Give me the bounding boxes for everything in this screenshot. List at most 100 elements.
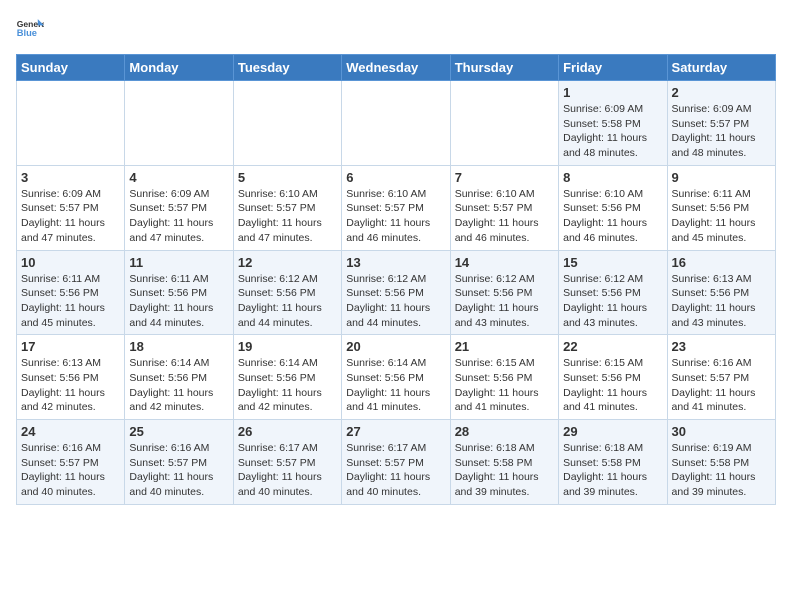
day-info: Sunrise: 6:12 AM Sunset: 5:56 PM Dayligh…: [563, 272, 662, 331]
calendar-cell: [450, 81, 558, 166]
calendar-cell: 17 Sunrise: 6:13 AM Sunset: 5:56 PM Dayli…: [17, 335, 125, 420]
day-info: Sunrise: 6:13 AM Sunset: 5:56 PM Dayligh…: [21, 356, 120, 415]
calendar-cell: [17, 81, 125, 166]
day-number: 25: [129, 424, 228, 439]
day-number: 3: [21, 170, 120, 185]
day-number: 19: [238, 339, 337, 354]
calendar-cell: 11 Sunrise: 6:11 AM Sunset: 5:56 PM Dayli…: [125, 250, 233, 335]
day-number: 28: [455, 424, 554, 439]
calendar-cell: 26 Sunrise: 6:17 AM Sunset: 5:57 PM Dayli…: [233, 420, 341, 505]
day-number: 29: [563, 424, 662, 439]
calendar-cell: [342, 81, 450, 166]
svg-text:Blue: Blue: [17, 28, 37, 38]
week-row-5: 24 Sunrise: 6:16 AM Sunset: 5:57 PM Dayli…: [17, 420, 776, 505]
calendar-cell: 20 Sunrise: 6:14 AM Sunset: 5:56 PM Dayli…: [342, 335, 450, 420]
weekday-header-row: SundayMondayTuesdayWednesdayThursdayFrid…: [17, 55, 776, 81]
day-info: Sunrise: 6:11 AM Sunset: 5:56 PM Dayligh…: [21, 272, 120, 331]
calendar-cell: 6Sunrise: 6:10 AM Sunset: 5:57 PM Daylig…: [342, 165, 450, 250]
day-info: Sunrise: 6:11 AM Sunset: 5:56 PM Dayligh…: [129, 272, 228, 331]
calendar-cell: 14 Sunrise: 6:12 AM Sunset: 5:56 PM Dayli…: [450, 250, 558, 335]
day-number: 10: [21, 255, 120, 270]
day-info: Sunrise: 6:16 AM Sunset: 5:57 PM Dayligh…: [21, 441, 120, 500]
calendar-cell: 30 Sunrise: 6:19 AM Sunset: 5:58 PM Dayli…: [667, 420, 775, 505]
day-info: Sunrise: 6:17 AM Sunset: 5:57 PM Dayligh…: [238, 441, 337, 500]
calendar-cell: 19Sunrise: 6:14 AM Sunset: 5:56 PM Dayli…: [233, 335, 341, 420]
day-info: Sunrise: 6:16 AM Sunset: 5:57 PM Dayligh…: [672, 356, 771, 415]
day-number: 2: [672, 85, 771, 100]
calendar-cell: 2 Sunrise: 6:09 AM Sunset: 5:57 PM Daylig…: [667, 81, 775, 166]
logo-icon: General Blue: [16, 16, 44, 44]
day-info: Sunrise: 6:14 AM Sunset: 5:56 PM Dayligh…: [129, 356, 228, 415]
day-info: Sunrise: 6:09 AM Sunset: 5:57 PM Dayligh…: [21, 187, 120, 246]
day-number: 11: [129, 255, 228, 270]
calendar-table: SundayMondayTuesdayWednesdayThursdayFrid…: [16, 54, 776, 505]
weekday-header-friday: Friday: [559, 55, 667, 81]
calendar-cell: 21 Sunrise: 6:15 AM Sunset: 5:56 PM Dayli…: [450, 335, 558, 420]
week-row-3: 10 Sunrise: 6:11 AM Sunset: 5:56 PM Dayli…: [17, 250, 776, 335]
day-number: 20: [346, 339, 445, 354]
day-info: Sunrise: 6:16 AM Sunset: 5:57 PM Dayligh…: [129, 441, 228, 500]
weekday-header-thursday: Thursday: [450, 55, 558, 81]
calendar-cell: 5Sunrise: 6:10 AM Sunset: 5:57 PM Daylig…: [233, 165, 341, 250]
day-number: 23: [672, 339, 771, 354]
logo: General Blue: [16, 16, 44, 44]
weekday-header-sunday: Sunday: [17, 55, 125, 81]
day-info: Sunrise: 6:12 AM Sunset: 5:56 PM Dayligh…: [238, 272, 337, 331]
day-info: Sunrise: 6:19 AM Sunset: 5:58 PM Dayligh…: [672, 441, 771, 500]
calendar-cell: 8Sunrise: 6:10 AM Sunset: 5:56 PM Daylig…: [559, 165, 667, 250]
calendar-cell: 3 Sunrise: 6:09 AM Sunset: 5:57 PM Daylig…: [17, 165, 125, 250]
week-row-4: 17 Sunrise: 6:13 AM Sunset: 5:56 PM Dayli…: [17, 335, 776, 420]
day-info: Sunrise: 6:15 AM Sunset: 5:56 PM Dayligh…: [455, 356, 554, 415]
day-number: 15: [563, 255, 662, 270]
day-number: 30: [672, 424, 771, 439]
day-info: Sunrise: 6:12 AM Sunset: 5:56 PM Dayligh…: [455, 272, 554, 331]
day-number: 13: [346, 255, 445, 270]
calendar-cell: 24 Sunrise: 6:16 AM Sunset: 5:57 PM Dayli…: [17, 420, 125, 505]
day-info: Sunrise: 6:14 AM Sunset: 5:56 PM Dayligh…: [346, 356, 445, 415]
day-info: Sunrise: 6:09 AM Sunset: 5:57 PM Dayligh…: [129, 187, 228, 246]
day-number: 1: [563, 85, 662, 100]
day-number: 21: [455, 339, 554, 354]
calendar-cell: 28 Sunrise: 6:18 AM Sunset: 5:58 PM Dayli…: [450, 420, 558, 505]
day-number: 17: [21, 339, 120, 354]
day-number: 8: [563, 170, 662, 185]
calendar-cell: 18 Sunrise: 6:14 AM Sunset: 5:56 PM Dayli…: [125, 335, 233, 420]
day-info: Sunrise: 6:13 AM Sunset: 5:56 PM Dayligh…: [672, 272, 771, 331]
page-header: General Blue: [16, 16, 776, 44]
day-number: 22: [563, 339, 662, 354]
day-info: Sunrise: 6:11 AM Sunset: 5:56 PM Dayligh…: [672, 187, 771, 246]
calendar-cell: 1Sunrise: 6:09 AM Sunset: 5:58 PM Daylig…: [559, 81, 667, 166]
day-number: 26: [238, 424, 337, 439]
calendar-cell: 12 Sunrise: 6:12 AM Sunset: 5:56 PM Dayli…: [233, 250, 341, 335]
day-info: Sunrise: 6:12 AM Sunset: 5:56 PM Dayligh…: [346, 272, 445, 331]
calendar-cell: 16 Sunrise: 6:13 AM Sunset: 5:56 PM Dayli…: [667, 250, 775, 335]
day-info: Sunrise: 6:18 AM Sunset: 5:58 PM Dayligh…: [563, 441, 662, 500]
calendar-cell: 7 Sunrise: 6:10 AM Sunset: 5:57 PM Daylig…: [450, 165, 558, 250]
day-info: Sunrise: 6:09 AM Sunset: 5:57 PM Dayligh…: [672, 102, 771, 161]
weekday-header-wednesday: Wednesday: [342, 55, 450, 81]
day-info: Sunrise: 6:15 AM Sunset: 5:56 PM Dayligh…: [563, 356, 662, 415]
day-number: 6: [346, 170, 445, 185]
calendar-cell: 4 Sunrise: 6:09 AM Sunset: 5:57 PM Daylig…: [125, 165, 233, 250]
day-number: 12: [238, 255, 337, 270]
calendar-cell: [125, 81, 233, 166]
calendar-cell: 27Sunrise: 6:17 AM Sunset: 5:57 PM Dayli…: [342, 420, 450, 505]
weekday-header-tuesday: Tuesday: [233, 55, 341, 81]
day-number: 18: [129, 339, 228, 354]
calendar-cell: 15 Sunrise: 6:12 AM Sunset: 5:56 PM Dayli…: [559, 250, 667, 335]
day-info: Sunrise: 6:10 AM Sunset: 5:57 PM Dayligh…: [238, 187, 337, 246]
day-info: Sunrise: 6:18 AM Sunset: 5:58 PM Dayligh…: [455, 441, 554, 500]
day-number: 27: [346, 424, 445, 439]
calendar-cell: 29 Sunrise: 6:18 AM Sunset: 5:58 PM Dayli…: [559, 420, 667, 505]
day-number: 16: [672, 255, 771, 270]
day-number: 9: [672, 170, 771, 185]
day-number: 7: [455, 170, 554, 185]
day-number: 14: [455, 255, 554, 270]
week-row-2: 3 Sunrise: 6:09 AM Sunset: 5:57 PM Daylig…: [17, 165, 776, 250]
calendar-cell: 13 Sunrise: 6:12 AM Sunset: 5:56 PM Dayli…: [342, 250, 450, 335]
day-number: 24: [21, 424, 120, 439]
calendar-cell: 10 Sunrise: 6:11 AM Sunset: 5:56 PM Dayli…: [17, 250, 125, 335]
day-number: 4: [129, 170, 228, 185]
calendar-cell: 23 Sunrise: 6:16 AM Sunset: 5:57 PM Dayli…: [667, 335, 775, 420]
day-info: Sunrise: 6:10 AM Sunset: 5:57 PM Dayligh…: [455, 187, 554, 246]
